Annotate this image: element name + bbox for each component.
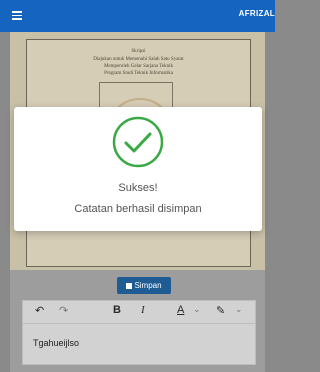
text-color-button[interactable]: A [177, 304, 184, 316]
redo-icon[interactable]: ↷ [59, 304, 68, 317]
document-line: Skripsi [131, 49, 146, 54]
bold-button[interactable]: B [113, 304, 121, 316]
document-line: Memperoleh Gelar Sarjana Teknik [103, 64, 174, 69]
success-dialog: Sukses! Catatan berhasil disimpan [14, 107, 262, 231]
save-button-label: Simpan [134, 281, 162, 290]
app-title: AFRIZAL [238, 9, 275, 18]
editor-toolbar: ↶ ↷ B I A ⌄ ✎ ⌄ [22, 300, 256, 323]
editor-content: Tgahueijlso [33, 338, 80, 348]
check-circle-icon [112, 116, 164, 168]
menu-icon[interactable] [12, 11, 22, 20]
dialog-title: Sukses! [118, 182, 158, 194]
document-line: Diajukan untuk Memenuhi Salah Satu Syara… [93, 57, 184, 62]
save-icon [126, 282, 133, 289]
note-editor[interactable]: Tgahueijlso [22, 323, 256, 365]
highlight-pen-icon[interactable]: ✎ [216, 304, 225, 317]
save-button[interactable]: Simpan [117, 277, 171, 294]
document-line: Program Studi Teknik Informatika [104, 71, 173, 76]
undo-icon[interactable]: ↶ [35, 304, 44, 317]
app-bar: AFRIZAL [0, 0, 275, 32]
chevron-down-icon[interactable]: ⌄ [235, 304, 243, 315]
chevron-down-icon[interactable]: ⌄ [193, 304, 201, 315]
dialog-message: Catatan berhasil disimpan [74, 203, 202, 215]
italic-button[interactable]: I [141, 304, 145, 316]
